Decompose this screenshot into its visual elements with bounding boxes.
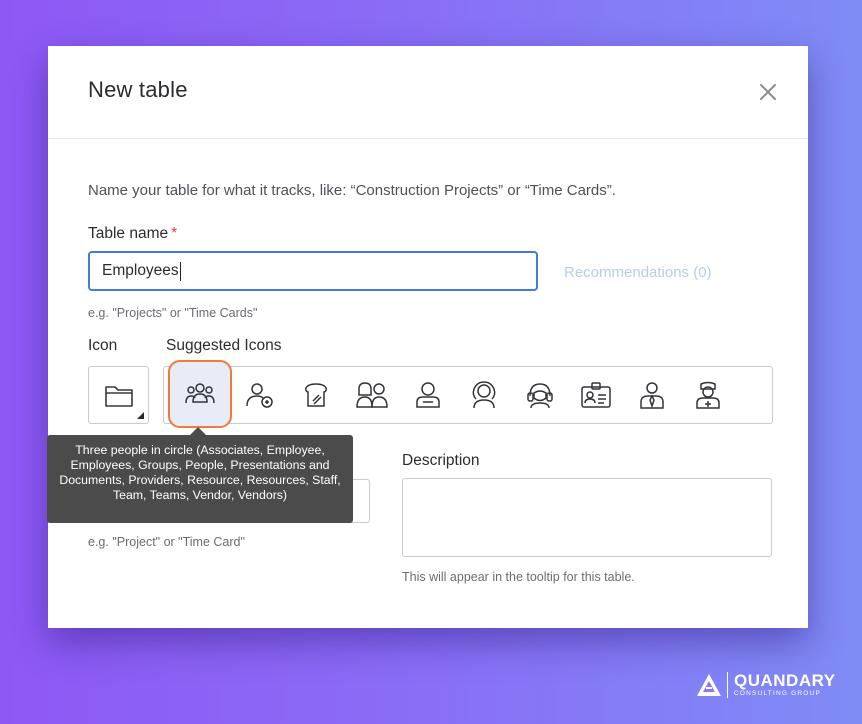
bread-icon xyxy=(305,383,327,407)
description-hint: This will appear in the tooltip for this… xyxy=(402,570,635,584)
tooltip-arrow xyxy=(190,427,206,435)
person-headset-icon xyxy=(527,383,553,409)
recommendations-link[interactable]: Recommendations (0) xyxy=(564,264,712,281)
suggested-icons-label: Suggested Icons xyxy=(166,337,282,354)
suggested-icon-two-people[interactable] xyxy=(344,367,400,423)
description-input[interactable] xyxy=(402,478,772,557)
person-icon xyxy=(416,382,440,408)
suggested-icon-id-badge[interactable] xyxy=(568,367,624,423)
dialog-header: New table xyxy=(48,46,808,139)
brand-text: QUANDARY CONSULTING GROUP xyxy=(734,672,836,698)
icon-tooltip: Three people in circle (Associates, Empl… xyxy=(47,427,353,523)
icon-label: Icon xyxy=(88,337,118,354)
suggested-icon-three-people[interactable] xyxy=(168,360,232,428)
person-tie-icon xyxy=(640,382,664,409)
brand-divider xyxy=(727,672,728,698)
suggested-icons-strip xyxy=(163,360,773,428)
close-icon xyxy=(760,84,776,100)
brand-name: QUANDARY xyxy=(734,671,836,690)
picker-dropdown-corner xyxy=(137,412,144,419)
required-mark: * xyxy=(171,225,178,242)
icon-picker-button[interactable] xyxy=(88,366,149,424)
table-name-value: Employees xyxy=(102,262,179,279)
text-caret xyxy=(179,261,181,281)
brand-subtitle: CONSULTING GROUP xyxy=(734,690,821,697)
new-table-dialog: New table Name your table for what it tr… xyxy=(48,46,808,628)
description-label: Description xyxy=(402,452,480,469)
suggested-icon-woman[interactable] xyxy=(456,367,512,423)
three-people-circle-icon xyxy=(185,383,215,404)
suggested-icon-person-add[interactable] xyxy=(232,367,288,423)
person-add-icon xyxy=(246,383,273,408)
suggested-icon-nurse[interactable] xyxy=(680,367,736,423)
intro-text: Name your table for what it tracks, like… xyxy=(88,182,616,199)
suggested-icon-person-tie[interactable] xyxy=(624,367,680,423)
brand-logo: QUANDARY CONSULTING GROUP xyxy=(696,672,836,698)
table-name-hint: e.g. "Projects" or "Time Cards" xyxy=(88,306,258,320)
id-badge-icon xyxy=(581,382,611,408)
nurse-icon xyxy=(696,381,720,409)
two-people-icon xyxy=(356,382,388,408)
dialog-title: New table xyxy=(88,77,188,102)
suggested-icon-bread[interactable] xyxy=(288,367,344,423)
table-name-label: Table name * xyxy=(88,225,178,242)
suggested-icon-person[interactable] xyxy=(400,367,456,423)
singular-name-hint: e.g. "Project" or "Time Card" xyxy=(88,535,245,549)
woman-icon xyxy=(472,381,496,409)
close-button[interactable] xyxy=(754,78,782,106)
suggested-icon-person-headset[interactable] xyxy=(512,367,568,423)
folder-icon xyxy=(104,386,133,407)
table-name-input[interactable]: Employees xyxy=(88,251,538,291)
quandary-logo-icon xyxy=(697,674,721,696)
tooltip-text: Three people in circle (Associates, Empl… xyxy=(59,443,341,502)
